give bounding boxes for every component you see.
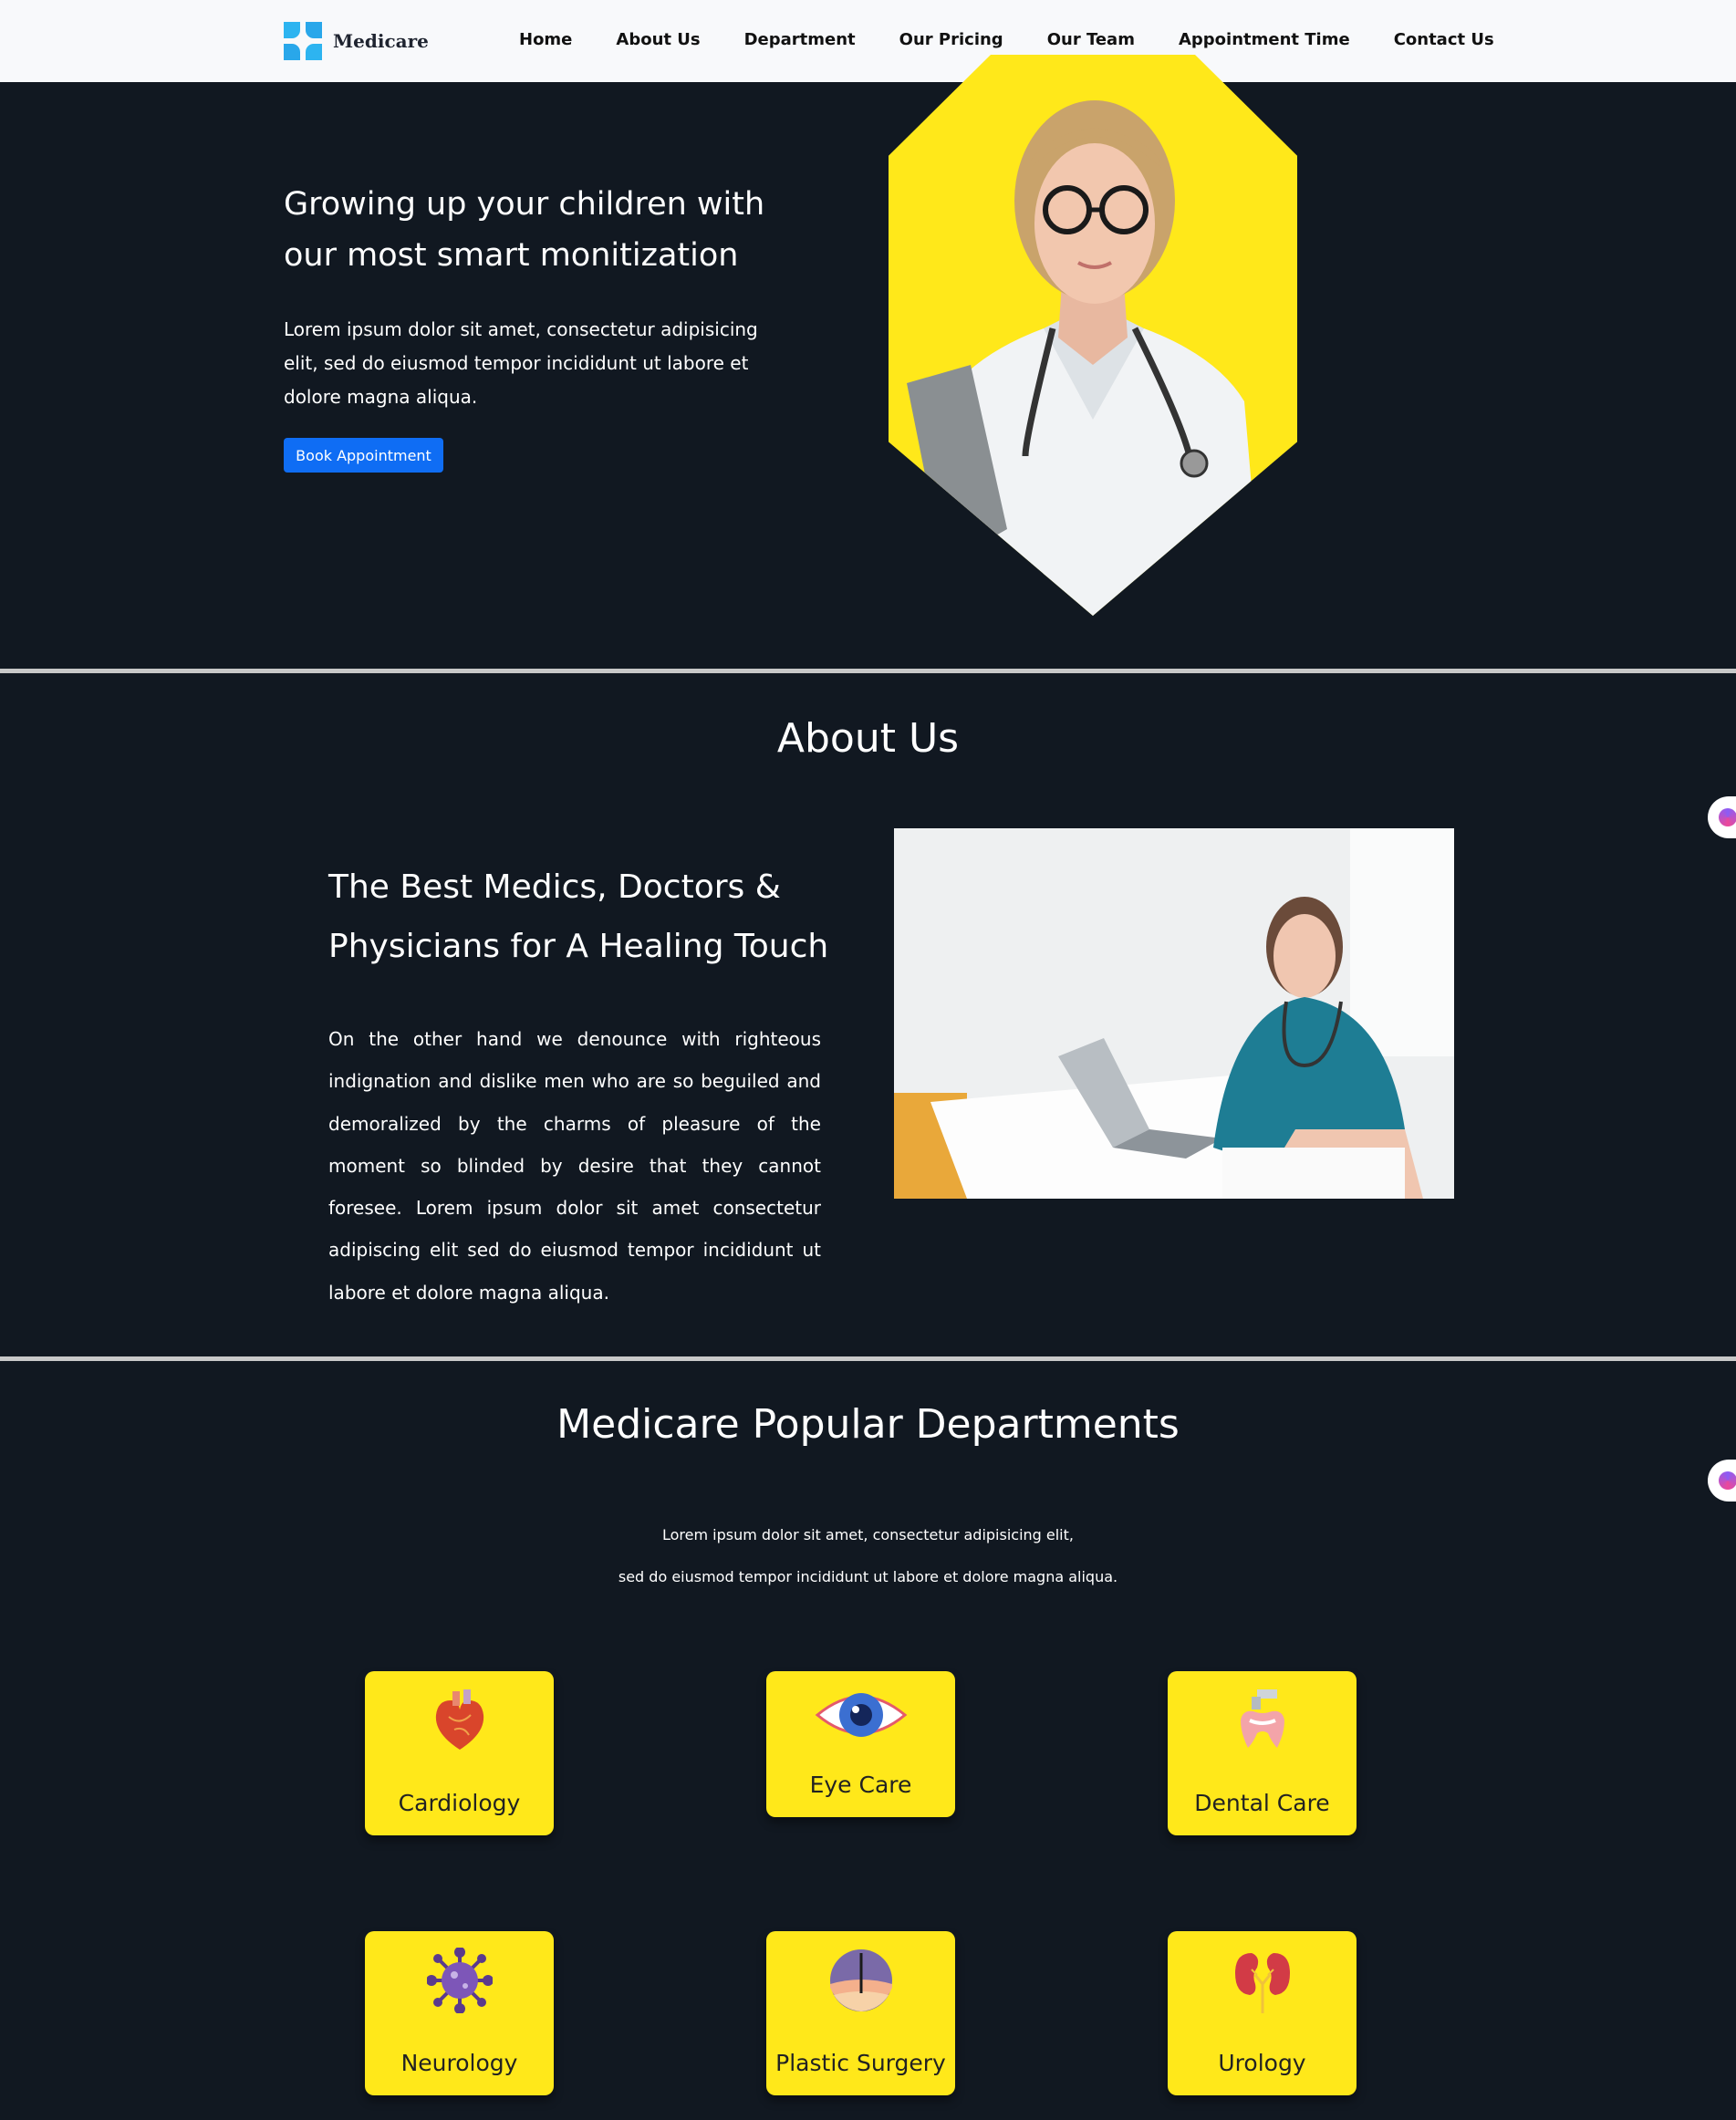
tooth-icon [1241, 1689, 1284, 1748]
departments-intro-line-1: Lorem ipsum dolor sit amet, consectetur … [662, 1526, 1074, 1543]
department-label: Dental Care [1194, 1790, 1330, 1816]
book-appointment-button[interactable]: Book Appointment [284, 438, 443, 473]
virus-icon [427, 1948, 493, 2013]
nav-our-pricing[interactable]: Our Pricing [899, 30, 1003, 49]
about-doctor-image [894, 828, 1454, 1199]
kidney-icon [1235, 1953, 1290, 2013]
nav-appointment-time[interactable]: Appointment Time [1179, 30, 1350, 49]
nav-contact-us[interactable]: Contact Us [1394, 30, 1494, 49]
brain-icon [1719, 1471, 1736, 1490]
hero-title: Growing up your children with our most s… [284, 186, 765, 274]
brand-name: Medicare [333, 30, 429, 52]
departments-intro-line-2: sed do eiusmod tempor incididunt ut labo… [618, 1568, 1118, 1585]
department-card-eye-care[interactable]: Eye Care [766, 1671, 955, 1817]
brand-logo[interactable]: Medicare [284, 22, 429, 60]
nav-department[interactable]: Department [744, 30, 856, 49]
medicare-logo-icon [284, 22, 322, 60]
department-card-neurology[interactable]: Neurology [365, 1931, 554, 2095]
departments-section-title: Medicare Popular Departments [556, 1401, 1180, 1448]
department-label: Plastic Surgery [775, 2050, 946, 2076]
section-divider [0, 669, 1736, 673]
department-card-urology[interactable]: Urology [1168, 1931, 1357, 2095]
nav-home[interactable]: Home [519, 30, 572, 49]
department-label: Eye Care [809, 1772, 912, 1798]
eye-icon [815, 1693, 908, 1737]
navbar: Medicare Home About Us Department Our Pr… [0, 0, 1736, 82]
heart-icon [435, 1689, 484, 1750]
side-widget-tab[interactable] [1708, 796, 1736, 838]
hero-doctor-image [889, 55, 1297, 616]
side-widget-tab[interactable] [1708, 1460, 1736, 1502]
section-divider [0, 1356, 1736, 1361]
skin-icon [830, 1949, 892, 2011]
about-section-title: About Us [776, 715, 960, 762]
nav-about-us[interactable]: About Us [616, 30, 700, 49]
department-card-cardiology[interactable]: Cardiology [365, 1671, 554, 1835]
department-label: Urology [1218, 2050, 1306, 2076]
hero-text: Lorem ipsum dolor sit amet, consectetur … [284, 318, 758, 408]
department-card-plastic-surgery[interactable]: Plastic Surgery [766, 1931, 955, 2095]
department-label: Cardiology [398, 1790, 521, 1816]
department-card-dental-care[interactable]: Dental Care [1168, 1671, 1357, 1835]
brain-icon [1719, 808, 1736, 826]
about-subtitle: The Best Medics, Doctors & Physicians fo… [328, 868, 829, 965]
department-label: Neurology [400, 2050, 518, 2076]
nav-our-team[interactable]: Our Team [1047, 30, 1135, 49]
main-menu: Home About Us Department Our Pricing Our… [519, 30, 1494, 49]
about-text: On the other hand we denounce with right… [328, 1028, 821, 1304]
